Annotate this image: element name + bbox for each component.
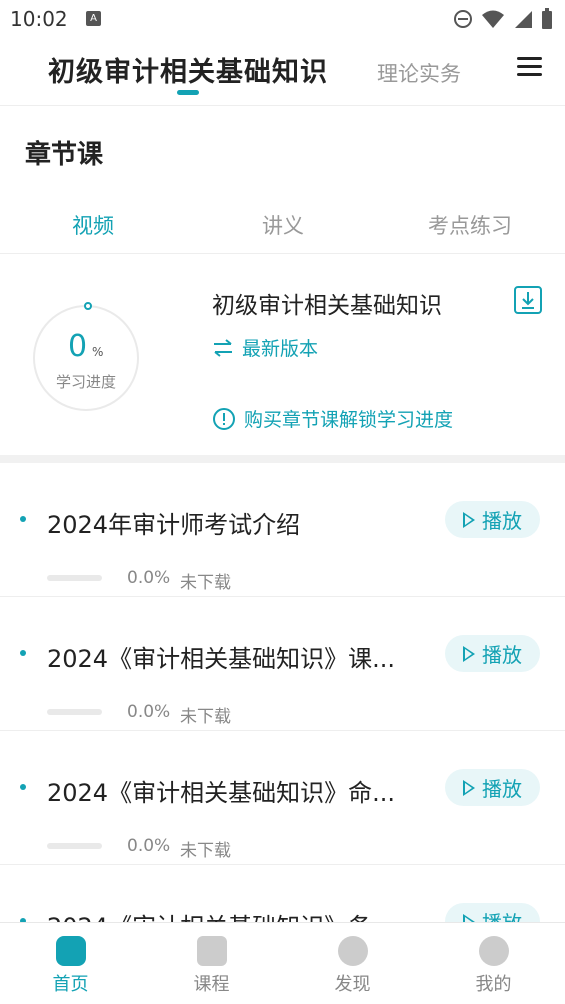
menu-icon[interactable] [517,57,542,77]
status-bar: 10:02 A [0,0,565,38]
nav-home[interactable]: 首页 [0,923,141,1004]
lesson-title: 2024《审计相关基础知识》命... [47,779,395,807]
lesson-title: 2024年审计师考试介绍 [47,511,301,539]
play-icon [463,645,475,662]
lesson-progress-bar [47,575,102,581]
bottom-nav: 首页 课程 发现 我的 [0,922,565,1004]
wifi-icon [482,10,504,28]
lesson-progress-text: 0.0% [127,568,171,588]
cell-signal-icon [515,11,532,28]
download-icon[interactable] [513,285,543,315]
version-switch[interactable]: 最新版本 [212,334,318,361]
lesson-progress-text: 0.0% [127,836,171,856]
tab-indicator [177,90,199,95]
play-button[interactable]: 播放 [445,501,540,538]
status-icons [453,8,553,30]
download-status: 未下载 [180,841,231,861]
lesson-item[interactable]: 2024年审计师考试介绍 播放 0.0% 未下载 [0,463,565,597]
download-status: 未下载 [180,573,231,593]
status-time: 10:02 [10,7,68,31]
nav-discover-label: 发现 [334,974,371,995]
bullet-icon [20,784,26,790]
play-button[interactable]: 播放 [445,635,540,672]
lesson-item[interactable]: 2024《审计相关基础知识》命... 播放 0.0% 未下载 [0,731,565,865]
lesson-progress-bar [47,843,102,849]
nav-courses[interactable]: 课程 [141,923,282,1004]
nav-courses-label: 课程 [193,974,230,995]
section-divider [0,455,565,463]
buy-prompt[interactable]: 购买章节课解锁学习进度 [212,405,453,432]
subtab-practice[interactable]: 考点练习 [428,210,512,240]
profile-icon [478,936,509,966]
info-icon [213,407,235,430]
lesson-title: 2024《审计相关基础知识》课... [47,645,395,673]
lesson-progress-bar [47,709,102,715]
lesson-item[interactable]: 2024《审计相关基础知识》课... 播放 0.0% 未下载 [0,597,565,731]
swap-icon [214,338,232,357]
lesson-progress-text: 0.0% [127,702,171,722]
progress-unit: % [92,345,104,359]
play-icon [463,779,475,796]
play-label: 播放 [482,509,522,533]
progress-value: 0 [68,329,88,364]
lesson-item[interactable]: 2024《审计相关基础知识》备... 播放 [0,865,565,923]
home-icon [55,936,86,966]
nav-discover[interactable]: 发现 [282,923,423,1004]
play-icon [463,511,475,528]
section-title: 章节课 [25,140,104,170]
sub-tabs: 视频 讲义 考点练习 [0,196,565,254]
download-status: 未下载 [180,707,231,727]
bullet-icon [20,650,26,656]
nav-profile-label: 我的 [475,974,512,995]
play-button[interactable]: 播放 [445,769,540,806]
play-label: 播放 [482,911,522,923]
nav-profile[interactable]: 我的 [423,923,564,1004]
top-nav: 初级审计相关基础知识 理论实务 [0,38,565,106]
play-label: 播放 [482,643,522,667]
subtab-video[interactable]: 视频 [72,210,114,240]
notification-app-icon: A [86,11,101,26]
lesson-list: 2024年审计师考试介绍 播放 0.0% 未下载 2024《审计相关基础知识》课… [0,463,565,923]
tab-course-other[interactable]: 理论实务 [377,58,461,88]
buy-prompt-label: 购买章节课解锁学习进度 [244,409,454,431]
nav-home-label: 首页 [52,974,89,995]
course-icon [196,936,227,966]
play-button[interactable]: 播放 [445,903,540,923]
version-label: 最新版本 [242,338,319,360]
play-label: 播放 [482,777,522,801]
do-not-disturb-icon [454,10,472,28]
progress-ring-marker [84,302,92,310]
course-title: 初级审计相关基础知识 [212,293,442,319]
battery-icon [542,8,552,29]
compass-icon [337,936,368,966]
lesson-title: 2024《审计相关基础知识》备... [47,907,397,923]
bullet-icon [20,516,26,522]
progress-label: 学习进度 [56,373,117,391]
tab-course-active[interactable]: 初级审计相关基础知识 [48,50,328,89]
subtab-handout[interactable]: 讲义 [262,210,304,240]
